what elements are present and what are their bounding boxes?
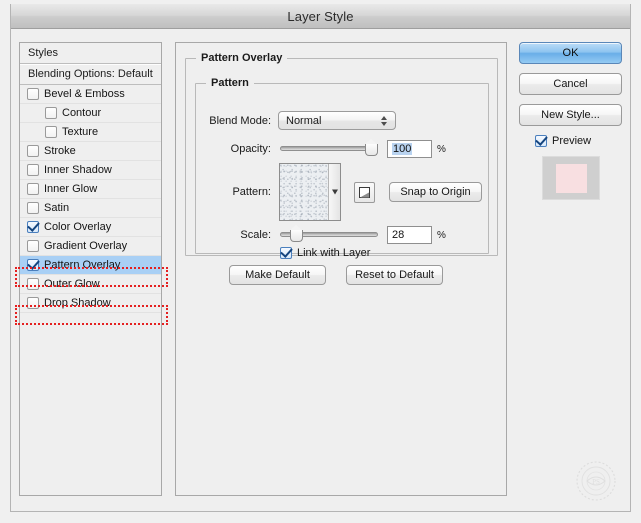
effect-checkbox[interactable] — [27, 164, 39, 176]
pattern-label: Pattern: — [232, 186, 271, 198]
opacity-input[interactable]: 100 — [387, 140, 432, 158]
make-default-label: Make Default — [245, 269, 310, 281]
snap-to-origin-button[interactable]: Snap to Origin — [389, 182, 482, 202]
select-arrows-icon — [381, 115, 388, 127]
defaults-button-row: Make Default Reset to Default — [229, 265, 443, 285]
ok-label: OK — [562, 47, 579, 59]
sidebar-item-drop-shadow[interactable]: Drop Shadow — [20, 294, 161, 313]
new-pattern-preset-button[interactable] — [354, 181, 375, 203]
sidebar-item-bevel-emboss[interactable]: Bevel & Emboss — [20, 85, 161, 104]
pattern-preview-texture — [280, 164, 329, 220]
scale-row: Scale: 28 % — [196, 225, 486, 244]
sidebar-item-label: Gradient Overlay — [44, 240, 128, 252]
ok-button[interactable]: OK — [519, 42, 622, 64]
pattern-overlay-group-title: Pattern Overlay — [201, 52, 283, 64]
dialog-actions: OK Cancel New Style... Preview — [519, 42, 624, 200]
effect-checkbox[interactable] — [27, 202, 39, 214]
scale-value: 28 — [392, 229, 405, 241]
make-default-button[interactable]: Make Default — [229, 265, 326, 285]
styles-header[interactable]: Styles — [20, 43, 161, 64]
preview-thumbnail — [542, 156, 600, 200]
sidebar-item-pattern-overlay[interactable]: Pattern Overlay — [20, 256, 161, 275]
scale-input[interactable]: 28 — [387, 226, 432, 244]
new-pattern-preset-icon — [359, 186, 370, 198]
opacity-slider-track — [280, 146, 378, 151]
link-with-layer-row[interactable]: Link with Layer — [280, 247, 370, 259]
effect-checkbox[interactable] — [27, 221, 39, 233]
sidebar-item-label: Texture — [62, 126, 99, 138]
sidebar-item-label: Drop Shadow — [44, 297, 111, 309]
scale-unit: % — [437, 229, 446, 241]
opacity-label: Opacity: — [230, 143, 271, 155]
pattern-swatch-picker[interactable] — [279, 163, 341, 221]
sidebar-item-stroke[interactable]: Stroke — [20, 142, 161, 161]
dialog-body: Styles Blending Options: Default Bevel &… — [11, 30, 630, 511]
sidebar-item-label: Stroke — [44, 145, 76, 157]
effect-checkbox[interactable] — [27, 297, 39, 309]
sidebar-item-texture[interactable]: Texture — [20, 123, 161, 142]
cancel-button[interactable]: Cancel — [519, 73, 622, 95]
preview-thumbnail-swatch — [556, 164, 587, 193]
new-style-button[interactable]: New Style... — [519, 104, 622, 126]
effect-checkbox[interactable] — [27, 88, 39, 100]
effects-list: Bevel & Emboss Contour Texture Stroke Inner … — [20, 85, 161, 313]
reset-to-default-button[interactable]: Reset to Default — [346, 265, 443, 285]
effect-checkbox[interactable] — [27, 183, 39, 195]
sidebar-item-label: Outer Glow — [44, 278, 100, 290]
sidebar-item-label: Color Overlay — [44, 221, 112, 233]
sidebar-item-satin[interactable]: Satin — [20, 199, 161, 218]
pattern-row: Pattern: Snap to Origin — [196, 163, 486, 221]
snap-to-origin-label: Snap to Origin — [400, 186, 471, 198]
styles-sidebar: Styles Blending Options: Default Bevel &… — [19, 42, 162, 496]
layer-style-dialog: Layer Style Styles Blending Options: Def… — [10, 4, 631, 512]
preview-label: Preview — [552, 135, 592, 147]
pattern-dropdown-arrow-icon[interactable] — [329, 164, 340, 220]
scale-slider[interactable] — [280, 225, 378, 242]
dialog-titlebar: Layer Style — [11, 4, 630, 29]
sidebar-item-label: Satin — [44, 202, 70, 214]
sidebar-item-contour[interactable]: Contour — [20, 104, 161, 123]
pattern-group: Pattern Blend Mode: Normal Opacity: 100 … — [195, 77, 489, 259]
link-with-layer-checkbox[interactable] — [280, 247, 292, 259]
preview-toggle[interactable]: Preview — [535, 135, 624, 147]
scale-label: Scale: — [240, 229, 271, 241]
sidebar-item-label: Bevel & Emboss — [44, 88, 125, 100]
reset-to-default-label: Reset to Default — [355, 269, 434, 281]
sidebar-item-color-overlay[interactable]: Color Overlay — [20, 218, 161, 237]
opacity-slider[interactable] — [280, 139, 378, 156]
sidebar-item-label: Inner Glow — [44, 183, 98, 195]
sidebar-item-label: Inner Shadow — [44, 164, 112, 176]
dialog-title: Layer Style — [287, 8, 354, 24]
pattern-group-title: Pattern — [211, 77, 249, 89]
blend-mode-label: Blend Mode: — [209, 114, 271, 127]
sidebar-item-label: Pattern Overlay — [44, 259, 121, 271]
pattern-overlay-panel: Pattern Overlay Pattern Blend Mode: Norm… — [175, 42, 507, 496]
effect-checkbox[interactable] — [27, 240, 39, 252]
new-style-label: New Style... — [541, 109, 600, 121]
blending-options-item[interactable]: Blending Options: Default — [20, 64, 161, 85]
opacity-row: Opacity: 100 % — [196, 139, 486, 158]
effect-checkbox[interactable] — [45, 107, 57, 119]
blend-mode-row: Blend Mode: Normal — [196, 111, 486, 130]
opacity-unit: % — [437, 143, 446, 155]
link-with-layer-label: Link with Layer — [297, 247, 371, 259]
effect-checkbox[interactable] — [27, 278, 39, 290]
sidebar-item-gradient-overlay[interactable]: Gradient Overlay — [20, 237, 161, 256]
sidebar-item-outer-glow[interactable]: Outer Glow — [20, 275, 161, 294]
opacity-slider-thumb[interactable] — [365, 139, 378, 156]
preview-checkbox[interactable] — [535, 135, 547, 147]
sidebar-item-inner-glow[interactable]: Inner Glow — [20, 180, 161, 199]
effect-checkbox[interactable] — [45, 126, 57, 138]
effect-checkbox[interactable] — [27, 259, 39, 271]
blend-mode-value: Normal — [286, 114, 322, 127]
opacity-value: 100 — [392, 143, 413, 155]
cancel-label: Cancel — [553, 78, 588, 90]
pattern-overlay-group: Pattern Overlay Pattern Blend Mode: Norm… — [185, 52, 498, 259]
scale-slider-thumb[interactable] — [290, 225, 303, 242]
sidebar-item-inner-shadow[interactable]: Inner Shadow — [20, 161, 161, 180]
blend-mode-select[interactable]: Normal — [278, 111, 396, 130]
effect-checkbox[interactable] — [27, 145, 39, 157]
sidebar-item-label: Contour — [62, 107, 102, 119]
